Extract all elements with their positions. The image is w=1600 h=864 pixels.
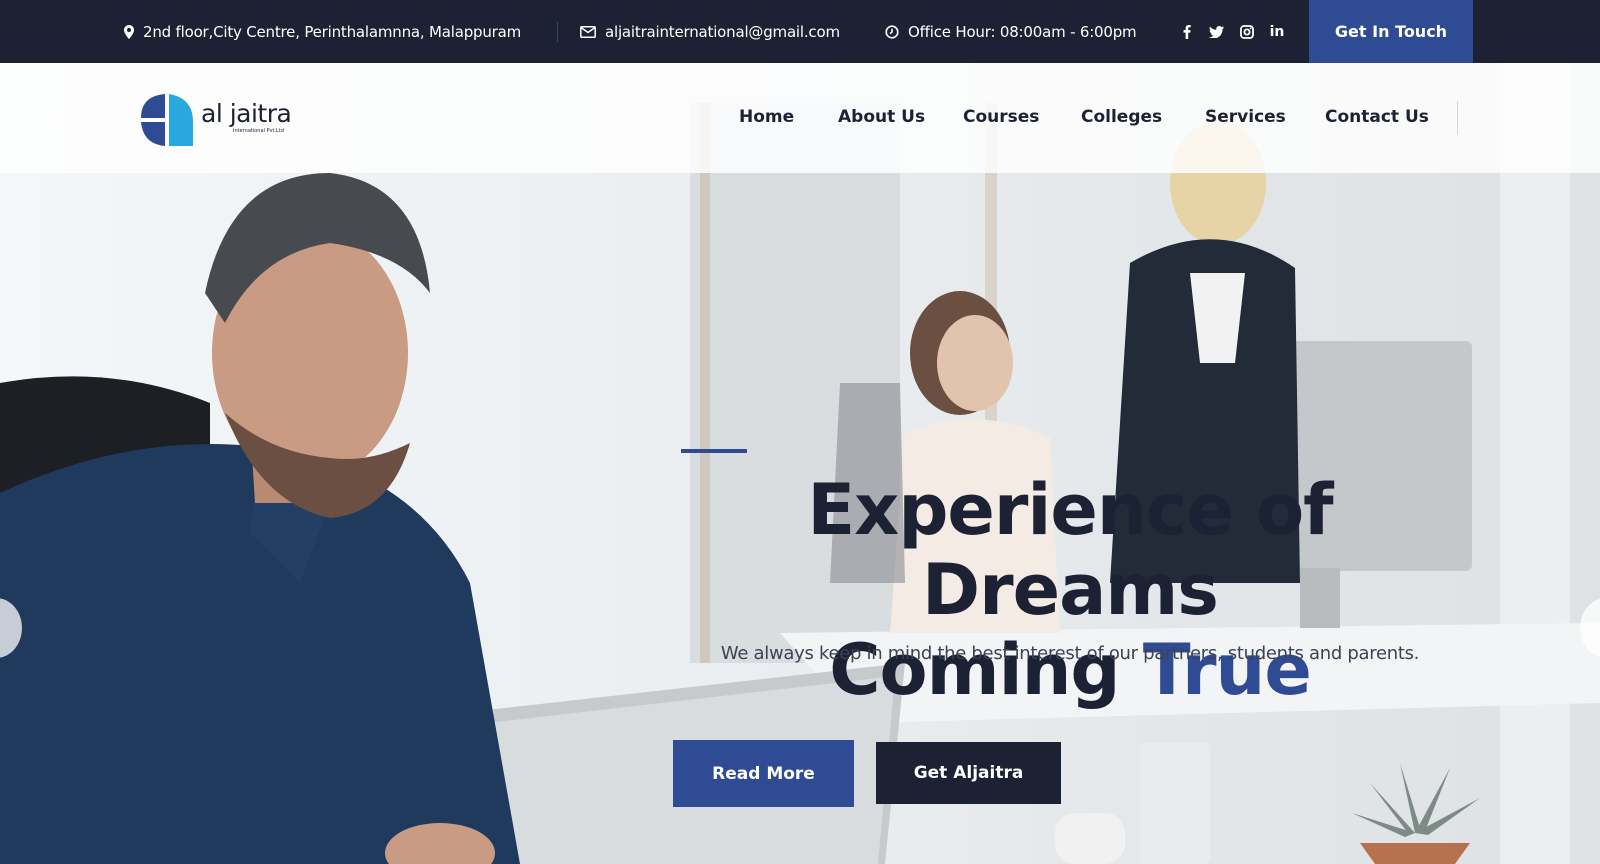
topbar-divider [557, 22, 558, 42]
logo-mark-icon [141, 94, 193, 146]
logo-wordmark: al jaitra [201, 99, 292, 128]
facebook-link[interactable] [1176, 0, 1198, 63]
linkedin-icon[interactable]: in [1266, 21, 1288, 43]
facebook-icon[interactable] [1176, 21, 1198, 43]
clock-icon [885, 24, 899, 39]
nav-home[interactable]: Home [739, 107, 794, 127]
nav-contact-us[interactable]: Contact Us [1325, 107, 1429, 127]
address-info: 2nd floor,City Centre, Perinthalamnna, M… [124, 0, 521, 63]
office-hours-text: Office Hour: 08:00am - 6:00pm [908, 22, 1137, 41]
headline-line-2: Coming True [660, 630, 1480, 710]
office-hours-info: Office Hour: 08:00am - 6:00pm [885, 0, 1137, 63]
logo-tagline: International Pvt.Ltd [233, 128, 284, 134]
headline-coming: Coming [829, 629, 1143, 711]
twitter-icon[interactable] [1205, 21, 1227, 43]
location-pin-icon [124, 24, 134, 39]
get-aljaitra-button[interactable]: Get Aljaitra [876, 742, 1061, 804]
email-text[interactable]: aljaitrainternational@gmail.com [605, 23, 840, 41]
instagram-icon[interactable] [1236, 21, 1258, 43]
email-info[interactable]: aljaitrainternational@gmail.com [580, 0, 840, 63]
hero-headline: Experience of Dreams Coming True [660, 470, 1480, 710]
hero-subtext: We always keep in mind the best interest… [720, 643, 1420, 664]
nav-divider [1457, 101, 1458, 135]
nav-about-us[interactable]: About Us [838, 107, 925, 127]
linkedin-link[interactable]: in [1266, 0, 1288, 63]
read-more-button[interactable]: Read More [673, 740, 854, 807]
headline-true: True [1142, 629, 1312, 711]
get-in-touch-button[interactable]: Get In Touch [1309, 0, 1473, 63]
instagram-link[interactable] [1236, 0, 1258, 63]
envelope-icon [580, 25, 596, 38]
nav-colleges[interactable]: Colleges [1081, 107, 1162, 127]
twitter-link[interactable] [1205, 0, 1227, 63]
headline-accent-line [681, 449, 747, 453]
top-info-bar: 2nd floor,City Centre, Perinthalamnna, M… [0, 0, 1600, 63]
headline-line-1: Experience of Dreams [807, 469, 1333, 631]
nav-courses[interactable]: Courses [963, 107, 1039, 127]
brand-logo[interactable]: al jaitra International Pvt.Ltd [139, 92, 299, 148]
nav-services[interactable]: Services [1205, 107, 1286, 127]
address-text: 2nd floor,City Centre, Perinthalamnna, M… [143, 22, 522, 41]
